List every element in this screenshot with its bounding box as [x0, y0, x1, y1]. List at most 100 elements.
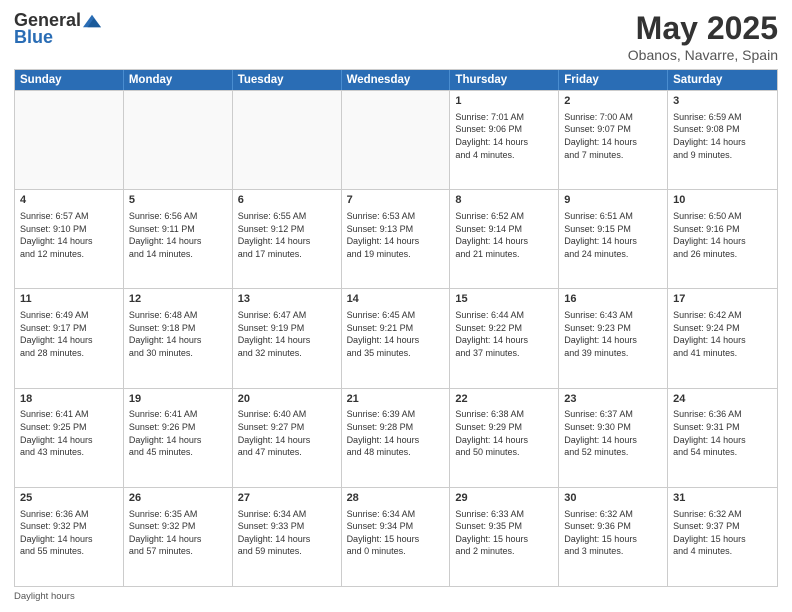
day-info: Sunrise: 6:44 AM Sunset: 9:22 PM Dayligh… — [455, 309, 553, 359]
day-number: 23 — [564, 392, 662, 407]
day-info: Sunrise: 7:00 AM Sunset: 9:07 PM Dayligh… — [564, 111, 662, 161]
day-cell-14: 14 Sunrise: 6:45 AM Sunset: 9:21 PM Dayli… — [342, 289, 451, 387]
day-cell-29: 29 Sunrise: 6:33 AM Sunset: 9:35 PM Dayli… — [450, 488, 559, 586]
day-number: 12 — [129, 292, 227, 307]
day-info: Sunrise: 6:43 AM Sunset: 9:23 PM Dayligh… — [564, 309, 662, 359]
day-number: 25 — [20, 491, 118, 506]
logo-icon — [83, 14, 101, 28]
day-number: 27 — [238, 491, 336, 506]
main-title: May 2025 — [628, 10, 778, 47]
day-info: Sunrise: 6:39 AM Sunset: 9:28 PM Dayligh… — [347, 408, 445, 458]
day-number: 19 — [129, 392, 227, 407]
day-cell-3: 3 Sunrise: 6:59 AM Sunset: 9:08 PM Daylig… — [668, 91, 777, 189]
day-number: 6 — [238, 193, 336, 208]
day-number: 14 — [347, 292, 445, 307]
day-number: 13 — [238, 292, 336, 307]
day-cell-7: 7 Sunrise: 6:53 AM Sunset: 9:13 PM Daylig… — [342, 190, 451, 288]
day-cell-26: 26Sunrise: 6:35 AM Sunset: 9:32 PM Dayli… — [124, 488, 233, 586]
day-number: 9 — [564, 193, 662, 208]
calendar-week-2: 4 Sunrise: 6:57 AM Sunset: 9:10 PM Daylig… — [15, 189, 777, 288]
calendar-week-4: 18Sunrise: 6:41 AM Sunset: 9:25 PM Dayli… — [15, 388, 777, 487]
day-number: 15 — [455, 292, 553, 307]
day-number: 4 — [20, 193, 118, 208]
day-cell-27: 27 Sunrise: 6:34 AM Sunset: 9:33 PM Dayli… — [233, 488, 342, 586]
day-number: 29 — [455, 491, 553, 506]
day-info: Sunrise: 6:42 AM Sunset: 9:24 PM Dayligh… — [673, 309, 772, 359]
calendar-week-1: 1 Sunrise: 7:01 AM Sunset: 9:06 PM Daylig… — [15, 90, 777, 189]
subtitle: Obanos, Navarre, Spain — [628, 47, 778, 63]
day-info: Sunrise: 6:38 AM Sunset: 9:29 PM Dayligh… — [455, 408, 553, 458]
day-number: 7 — [347, 193, 445, 208]
day-info: Sunrise: 6:36 AM Sunset: 9:32 PM Dayligh… — [20, 508, 118, 558]
day-cell-21: 21Sunrise: 6:39 AM Sunset: 9:28 PM Dayli… — [342, 389, 451, 487]
calendar-week-5: 25 Sunrise: 6:36 AM Sunset: 9:32 PM Dayli… — [15, 487, 777, 586]
day-cell-6: 6 Sunrise: 6:55 AM Sunset: 9:12 PM Daylig… — [233, 190, 342, 288]
day-number: 16 — [564, 292, 662, 307]
logo: General Blue — [14, 10, 101, 48]
day-info: Sunrise: 7:01 AM Sunset: 9:06 PM Dayligh… — [455, 111, 553, 161]
day-cell-31: 31Sunrise: 6:32 AM Sunset: 9:37 PM Dayli… — [668, 488, 777, 586]
day-info: Sunrise: 6:49 AM Sunset: 9:17 PM Dayligh… — [20, 309, 118, 359]
day-info: Sunrise: 6:35 AM Sunset: 9:32 PM Dayligh… — [129, 508, 227, 558]
day-number: 5 — [129, 193, 227, 208]
calendar: SundayMondayTuesdayWednesdayThursdayFrid… — [14, 69, 778, 587]
day-info: Sunrise: 6:33 AM Sunset: 9:35 PM Dayligh… — [455, 508, 553, 558]
empty-cell — [124, 91, 233, 189]
day-cell-15: 15 Sunrise: 6:44 AM Sunset: 9:22 PM Dayli… — [450, 289, 559, 387]
calendar-body: 1 Sunrise: 7:01 AM Sunset: 9:06 PM Daylig… — [15, 90, 777, 586]
day-number: 3 — [673, 94, 772, 109]
day-cell-16: 16 Sunrise: 6:43 AM Sunset: 9:23 PM Dayli… — [559, 289, 668, 387]
day-number: 22 — [455, 392, 553, 407]
day-number: 10 — [673, 193, 772, 208]
header-day-saturday: Saturday — [668, 70, 777, 90]
day-info: Sunrise: 6:34 AM Sunset: 9:34 PM Dayligh… — [347, 508, 445, 558]
day-info: Sunrise: 6:51 AM Sunset: 9:15 PM Dayligh… — [564, 210, 662, 260]
day-cell-12: 12 Sunrise: 6:48 AM Sunset: 9:18 PM Dayli… — [124, 289, 233, 387]
day-number: 20 — [238, 392, 336, 407]
empty-cell — [233, 91, 342, 189]
day-number: 8 — [455, 193, 553, 208]
day-info: Sunrise: 6:52 AM Sunset: 9:14 PM Dayligh… — [455, 210, 553, 260]
day-cell-5: 5 Sunrise: 6:56 AM Sunset: 9:11 PM Daylig… — [124, 190, 233, 288]
day-cell-8: 8 Sunrise: 6:52 AM Sunset: 9:14 PM Daylig… — [450, 190, 559, 288]
day-cell-19: 19Sunrise: 6:41 AM Sunset: 9:26 PM Dayli… — [124, 389, 233, 487]
header-day-sunday: Sunday — [15, 70, 124, 90]
day-cell-24: 24Sunrise: 6:36 AM Sunset: 9:31 PM Dayli… — [668, 389, 777, 487]
day-info: Sunrise: 6:37 AM Sunset: 9:30 PM Dayligh… — [564, 408, 662, 458]
day-cell-11: 11Sunrise: 6:49 AM Sunset: 9:17 PM Dayli… — [15, 289, 124, 387]
day-info: Sunrise: 6:32 AM Sunset: 9:36 PM Dayligh… — [564, 508, 662, 558]
day-cell-28: 28Sunrise: 6:34 AM Sunset: 9:34 PM Dayli… — [342, 488, 451, 586]
day-info: Sunrise: 6:59 AM Sunset: 9:08 PM Dayligh… — [673, 111, 772, 161]
day-number: 21 — [347, 392, 445, 407]
day-info: Sunrise: 6:48 AM Sunset: 9:18 PM Dayligh… — [129, 309, 227, 359]
day-number: 24 — [673, 392, 772, 407]
logo-blue: Blue — [14, 27, 53, 48]
day-number: 1 — [455, 94, 553, 109]
day-cell-1: 1 Sunrise: 7:01 AM Sunset: 9:06 PM Daylig… — [450, 91, 559, 189]
day-number: 2 — [564, 94, 662, 109]
day-info: Sunrise: 6:50 AM Sunset: 9:16 PM Dayligh… — [673, 210, 772, 260]
day-cell-2: 2 Sunrise: 7:00 AM Sunset: 9:07 PM Daylig… — [559, 91, 668, 189]
day-info: Sunrise: 6:32 AM Sunset: 9:37 PM Dayligh… — [673, 508, 772, 558]
day-cell-30: 30 Sunrise: 6:32 AM Sunset: 9:36 PM Dayli… — [559, 488, 668, 586]
header-day-tuesday: Tuesday — [233, 70, 342, 90]
header-day-thursday: Thursday — [450, 70, 559, 90]
title-block: May 2025 Obanos, Navarre, Spain — [628, 10, 778, 63]
day-cell-9: 9 Sunrise: 6:51 AM Sunset: 9:15 PM Daylig… — [559, 190, 668, 288]
day-info: Sunrise: 6:47 AM Sunset: 9:19 PM Dayligh… — [238, 309, 336, 359]
day-info: Sunrise: 6:45 AM Sunset: 9:21 PM Dayligh… — [347, 309, 445, 359]
day-info: Sunrise: 6:56 AM Sunset: 9:11 PM Dayligh… — [129, 210, 227, 260]
day-number: 18 — [20, 392, 118, 407]
header: General Blue May 2025 Obanos, Navarre, S… — [14, 10, 778, 63]
day-number: 30 — [564, 491, 662, 506]
day-cell-23: 23Sunrise: 6:37 AM Sunset: 9:30 PM Dayli… — [559, 389, 668, 487]
day-cell-10: 10 Sunrise: 6:50 AM Sunset: 9:16 PM Dayli… — [668, 190, 777, 288]
day-info: Sunrise: 6:55 AM Sunset: 9:12 PM Dayligh… — [238, 210, 336, 260]
calendar-header: SundayMondayTuesdayWednesdayThursdayFrid… — [15, 70, 777, 90]
day-cell-18: 18Sunrise: 6:41 AM Sunset: 9:25 PM Dayli… — [15, 389, 124, 487]
header-day-friday: Friday — [559, 70, 668, 90]
day-info: Sunrise: 6:57 AM Sunset: 9:10 PM Dayligh… — [20, 210, 118, 260]
day-info: Sunrise: 6:34 AM Sunset: 9:33 PM Dayligh… — [238, 508, 336, 558]
day-info: Sunrise: 6:53 AM Sunset: 9:13 PM Dayligh… — [347, 210, 445, 260]
footer-note: Daylight hours — [14, 591, 778, 602]
